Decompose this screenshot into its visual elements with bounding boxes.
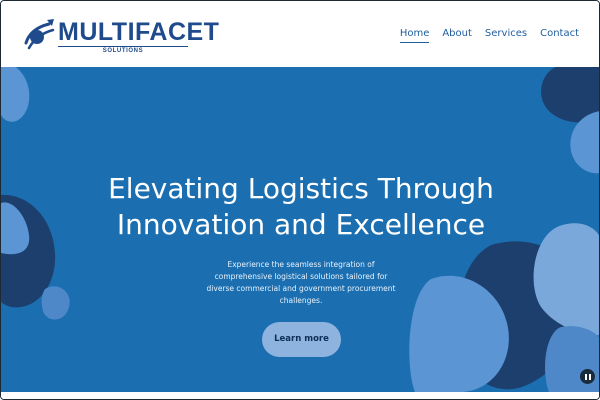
- nav-item-home[interactable]: Home: [399, 28, 430, 43]
- browser-frame: MULTIFACET SOLUTIONS Home About Services…: [0, 0, 600, 400]
- logo-divider: [58, 46, 188, 47]
- hero-section: Elevating Logistics Through Innovation a…: [1, 67, 599, 392]
- nav-item-services[interactable]: Services: [485, 28, 527, 43]
- nav-item-about[interactable]: About: [442, 28, 472, 43]
- hero-description: Experience the seamless integration of c…: [206, 260, 396, 305]
- main-nav: Home About Services Contact: [399, 28, 579, 43]
- pause-button[interactable]: [580, 369, 595, 384]
- footer-edge: [1, 392, 599, 399]
- hero-title: Elevating Logistics Through Innovation a…: [1, 171, 599, 243]
- pause-icon: [584, 373, 587, 380]
- pause-icon-bar: [588, 373, 591, 380]
- blob-left-top: [1, 67, 30, 122]
- logo-wordmark: MULTIFACET: [58, 18, 220, 46]
- nav-item-contact[interactable]: Contact: [540, 28, 579, 43]
- learn-more-button[interactable]: Learn more: [262, 322, 341, 357]
- hero-title-line-2: Innovation and Excellence: [116, 208, 486, 241]
- logo-tagline: SOLUTIONS: [102, 48, 144, 54]
- blob-left-small: [41, 286, 70, 320]
- rocket-swoosh-icon: [24, 19, 55, 50]
- hero-title-line-1: Elevating Logistics Through: [108, 172, 494, 205]
- site-logo[interactable]: MULTIFACET SOLUTIONS: [23, 17, 219, 55]
- site-header: MULTIFACET SOLUTIONS Home About Services…: [1, 1, 599, 67]
